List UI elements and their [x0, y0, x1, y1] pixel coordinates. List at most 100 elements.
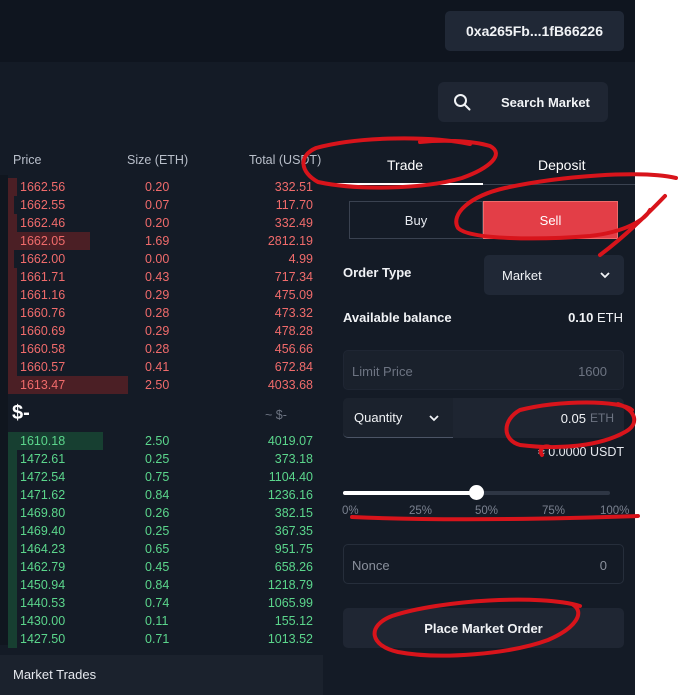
bid-row[interactable]: 1440.53 0.74 1065.99	[8, 594, 323, 612]
ask-total: 4033.68	[267, 378, 313, 392]
market-trades-label: Market Trades	[13, 667, 97, 682]
ask-total: 117.70	[275, 198, 313, 212]
bid-row[interactable]: 1450.94 0.84 1218.79	[8, 576, 323, 594]
quantity-input[interactable]: 0.05	[561, 411, 586, 426]
mid-price-secondary: ~ $-	[265, 408, 287, 422]
bid-price: 1469.80	[20, 506, 66, 520]
bid-row[interactable]: 1472.61 0.25 373.18	[8, 450, 323, 468]
bid-total: 1218.79	[267, 578, 313, 592]
bid-row[interactable]: 1610.18 2.50 4019.07	[8, 432, 323, 450]
ask-rows: 1662.56 0.20 332.51 1662.55 0.07 117.70 1662.4…	[8, 178, 323, 394]
slider-mark-50[interactable]: 50%	[475, 505, 498, 517]
ask-row[interactable]: 1662.56 0.20 332.51	[8, 178, 323, 196]
search-market-button[interactable]: Search Market	[438, 82, 608, 122]
ask-price: 1660.76	[20, 306, 66, 320]
bid-rows: 1610.18 2.50 4019.07 1472.61 0.25 373.18 1472.…	[8, 432, 323, 648]
slider-mark-25[interactable]: 25%	[409, 505, 432, 517]
ask-row[interactable]: 1662.55 0.07 117.70	[8, 196, 323, 214]
ask-row[interactable]: 1613.47 2.50 4033.68	[8, 376, 323, 394]
bid-row[interactable]: 1469.40 0.25 367.35	[8, 522, 323, 540]
mid-price: $-	[12, 402, 30, 424]
ask-row[interactable]: 1662.00 0.00 4.99	[8, 250, 323, 268]
available-balance-label: Available balance	[343, 310, 452, 325]
ask-price: 1662.05	[20, 234, 66, 248]
bid-size: 0.71	[145, 632, 170, 646]
bid-size: 0.75	[145, 470, 170, 484]
quantity-field[interactable]: Quantity 0.05 ETH	[343, 398, 624, 438]
ask-depth-bar	[8, 304, 17, 322]
bid-row[interactable]: 1430.00 0.11 155.12	[8, 612, 323, 630]
bid-total: 951.75	[274, 542, 313, 556]
bid-row[interactable]: 1469.80 0.26 382.15	[8, 504, 323, 522]
tab-deposit[interactable]: Deposit	[538, 157, 585, 173]
bid-row[interactable]: 1471.62 0.84 1236.16	[8, 486, 323, 504]
amount-slider-thumb[interactable]	[469, 485, 484, 500]
bid-price: 1464.23	[20, 542, 66, 556]
ask-size: 0.43	[145, 270, 170, 284]
bid-size: 0.25	[145, 452, 170, 466]
bid-size: 0.11	[145, 614, 169, 628]
bid-row[interactable]: 1464.23 0.65 951.75	[8, 540, 323, 558]
place-market-order-button[interactable]: Place Market Order	[343, 608, 624, 648]
limit-price-field[interactable]: Limit Price 1600	[343, 350, 624, 390]
ask-row[interactable]: 1660.57 0.41 672.84	[8, 358, 323, 376]
nonce-field[interactable]: Nonce 0	[343, 544, 624, 584]
bid-row[interactable]: 1462.79 0.45 658.26	[8, 558, 323, 576]
bid-depth-bar	[8, 486, 17, 504]
ask-size: 0.20	[145, 180, 170, 194]
tab-divider	[483, 184, 635, 185]
order-type-label: Order Type	[343, 265, 412, 280]
chevron-down-icon	[600, 272, 610, 279]
bid-size: 0.74	[145, 596, 170, 610]
ask-size: 1.69	[145, 234, 170, 248]
ask-size: 0.28	[145, 342, 170, 356]
bid-total: 367.35	[274, 524, 313, 538]
bid-depth-bar	[8, 504, 17, 522]
exchange-app: 0xa265Fb...1fB66226 Search Market Price …	[0, 0, 635, 695]
ask-total: 473.32	[274, 306, 313, 320]
bid-row[interactable]: 1472.54 0.75 1104.40	[8, 468, 323, 486]
ask-size: 0.28	[145, 306, 170, 320]
bid-depth-bar	[8, 630, 17, 648]
bid-depth-bar	[8, 450, 17, 468]
ask-row[interactable]: 1661.71 0.43 717.34	[8, 268, 323, 286]
ask-price: 1662.46	[20, 216, 66, 230]
ask-row[interactable]: 1660.58 0.28 456.66	[8, 340, 323, 358]
order-type-select[interactable]: Market	[484, 255, 624, 295]
bid-row[interactable]: 1427.50 0.71 1013.52	[8, 630, 323, 648]
slider-mark-100[interactable]: 100%	[600, 505, 629, 517]
ask-total: 717.34	[274, 270, 313, 284]
bid-size: 0.65	[145, 542, 170, 556]
market-trades-header[interactable]: Market Trades	[0, 655, 323, 695]
wallet-address-button[interactable]: 0xa265Fb...1fB66226	[445, 11, 624, 51]
ask-row[interactable]: 1661.16 0.29 475.09	[8, 286, 323, 304]
bid-price: 1472.54	[20, 470, 66, 484]
ask-price: 1662.55	[20, 198, 66, 212]
sell-button[interactable]: Sell	[483, 201, 618, 239]
bid-total: 1013.52	[267, 632, 313, 646]
ask-price: 1662.56	[20, 180, 66, 194]
ask-row[interactable]: 1660.76 0.28 473.32	[8, 304, 323, 322]
buy-button[interactable]: Buy	[349, 201, 483, 239]
ask-size: 0.00	[145, 252, 170, 266]
order-panel: Trade Deposit Buy Sell Order Type Market…	[328, 140, 635, 695]
ask-row[interactable]: 1662.05 1.69 2812.19	[8, 232, 323, 250]
quantity-mode-select[interactable]: Quantity	[343, 398, 453, 438]
bid-depth-bar	[8, 468, 17, 486]
bid-total: 382.15	[274, 506, 313, 520]
ask-row[interactable]: 1662.46 0.20 332.49	[8, 214, 323, 232]
tab-trade[interactable]: Trade	[387, 157, 423, 173]
ask-total: 2812.19	[267, 234, 313, 248]
ask-row[interactable]: 1660.69 0.29 478.28	[8, 322, 323, 340]
usdt-estimate: ≈ 0.0000 USDT	[537, 445, 624, 459]
top-bar: 0xa265Fb...1fB66226	[0, 0, 635, 62]
ask-price: 1660.69	[20, 324, 66, 338]
slider-mark-0[interactable]: 0%	[342, 505, 359, 517]
ask-depth-bar	[8, 268, 17, 286]
bid-price: 1462.79	[20, 560, 66, 574]
slider-mark-75[interactable]: 75%	[542, 505, 565, 517]
ask-total: 332.49	[274, 216, 313, 230]
ask-price: 1660.58	[20, 342, 66, 356]
ask-depth-bar	[8, 196, 14, 214]
available-balance-value: 0.10 ETH	[568, 310, 623, 325]
